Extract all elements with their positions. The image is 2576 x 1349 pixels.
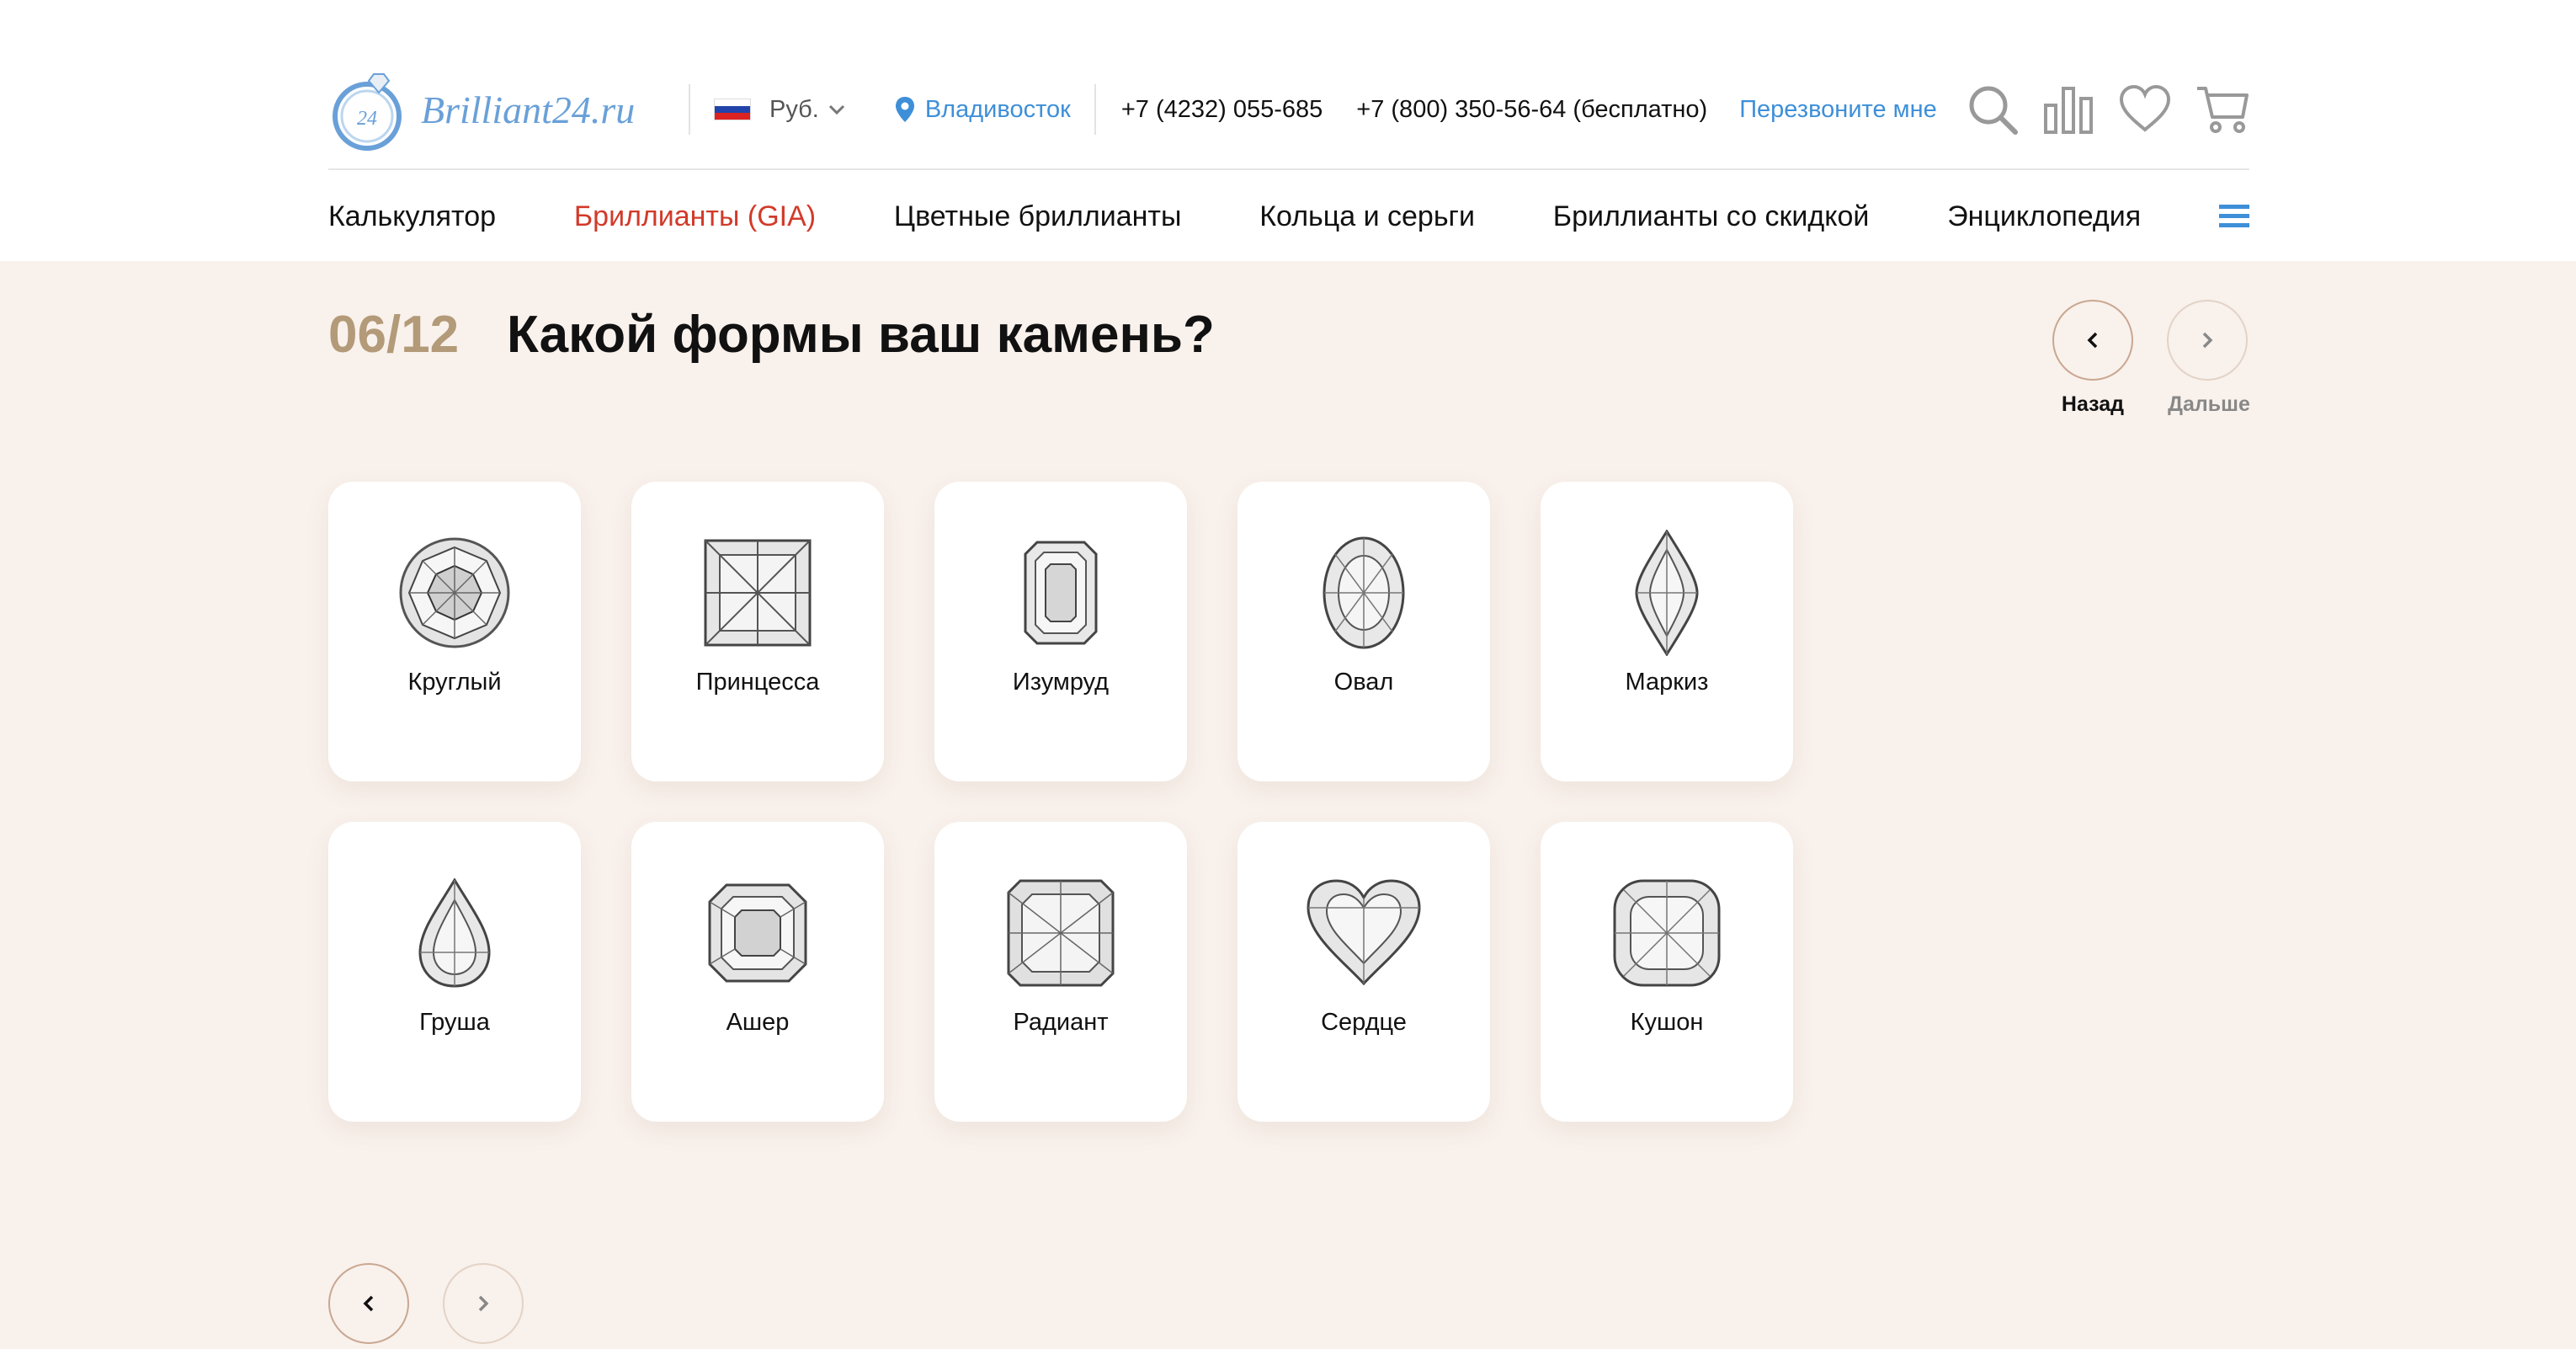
logo-badge: 24 xyxy=(357,108,377,130)
location-pin-icon xyxy=(895,97,914,122)
nav-item-colored-diamonds[interactable]: Цветные бриллианты xyxy=(894,200,1182,233)
shape-card-emerald[interactable]: Изумруд xyxy=(934,482,1187,781)
quiz-section: 06/12 Какой формы ваш камень? Назад Даль… xyxy=(0,261,2576,1349)
page-title: Какой формы ваш камень? xyxy=(507,306,1215,364)
heart-diamond-icon xyxy=(1307,879,1421,986)
chevron-right-icon xyxy=(478,1295,489,1312)
shape-card-oval[interactable]: Овал xyxy=(1237,482,1490,781)
pear-diamond-icon xyxy=(418,878,491,988)
shape-card-cushion[interactable]: Кушон xyxy=(1541,822,1793,1122)
main-nav: Калькулятор Бриллианты (GIA) Цветные бри… xyxy=(328,195,2249,237)
currency-label: Руб. xyxy=(769,95,819,123)
logo[interactable]: 24 Brilliant24.ru xyxy=(328,63,665,156)
nav-item-calculator[interactable]: Калькулятор xyxy=(328,200,496,233)
nav-item-rings-earrings[interactable]: Кольца и серьги xyxy=(1259,200,1475,233)
shape-label: Ашер xyxy=(726,1009,790,1036)
back-button-top[interactable] xyxy=(2052,300,2133,381)
shape-card-princess[interactable]: Принцесса xyxy=(631,482,884,781)
next-button-bottom[interactable] xyxy=(443,1263,524,1344)
marquise-diamond-icon xyxy=(1635,530,1699,656)
nav-item-encyclopedia[interactable]: Энциклопедия xyxy=(1947,200,2141,233)
currency-selector[interactable]: Руб. xyxy=(714,96,846,124)
emerald-diamond-icon xyxy=(1024,541,1098,645)
shape-label: Овал xyxy=(1333,669,1394,696)
shape-card-marquise[interactable]: Маркиз xyxy=(1541,482,1793,781)
chevron-left-icon xyxy=(2087,332,2098,349)
callback-link[interactable]: Перезвоните мне xyxy=(1739,96,1937,124)
shape-card-heart[interactable]: Сердце xyxy=(1237,822,1490,1122)
site-header: 24 Brilliant24.ru Руб. Владивосток +7 (4… xyxy=(0,0,2576,261)
shape-label: Сердце xyxy=(1321,1009,1407,1036)
shape-label: Груша xyxy=(419,1009,490,1036)
shape-card-asscher[interactable]: Ашер xyxy=(631,822,884,1122)
russia-flag-icon xyxy=(714,99,751,120)
shape-label: Маркиз xyxy=(1625,669,1709,696)
oval-diamond-icon xyxy=(1323,536,1405,649)
shape-label: Кушон xyxy=(1630,1009,1704,1036)
ring-logo-icon: 24 xyxy=(333,73,402,151)
shape-label: Принцесса xyxy=(695,669,820,696)
compare-icon[interactable] xyxy=(2042,83,2094,136)
cart-icon[interactable] xyxy=(2195,83,2249,136)
step-counter: 06/12 xyxy=(328,306,460,364)
shape-grid: Круглый Принцесса Изумруд Овал Маркиз Гр… xyxy=(328,482,1793,1122)
top-bar: 24 Brilliant24.ru Руб. Владивосток +7 (4… xyxy=(328,51,2249,170)
shape-card-round[interactable]: Круглый xyxy=(328,482,581,781)
divider xyxy=(1094,84,1096,135)
phone-free[interactable]: +7 (800) 350-56-64 (бесплатно) xyxy=(1356,96,1707,124)
chevron-down-icon xyxy=(828,104,844,115)
nav-item-discount-diamonds[interactable]: Бриллианты со скидкой xyxy=(1553,200,1870,233)
hamburger-icon[interactable] xyxy=(2218,203,2249,230)
logo-text: Brilliant24.ru xyxy=(421,88,636,131)
back-button-bottom[interactable] xyxy=(328,1263,409,1344)
shape-label: Круглый xyxy=(407,669,502,696)
back-label[interactable]: Назад xyxy=(2034,392,2152,417)
city-label: Владивосток xyxy=(924,95,1071,123)
shape-label: Радиант xyxy=(1013,1009,1109,1036)
asscher-diamond-icon xyxy=(708,883,807,983)
cushion-diamond-icon xyxy=(1613,879,1721,987)
nav-item-diamonds-gia[interactable]: Бриллианты (GIA) xyxy=(574,200,816,233)
divider xyxy=(689,84,690,135)
header-icons xyxy=(1967,83,2249,136)
next-label[interactable]: Дальше xyxy=(2150,392,2268,417)
princess-diamond-icon xyxy=(704,539,812,647)
city-selector[interactable]: Владивосток xyxy=(895,96,1071,124)
heart-icon[interactable] xyxy=(2118,84,2172,135)
search-icon[interactable] xyxy=(1967,83,2019,136)
radiant-diamond-icon xyxy=(1007,879,1115,987)
phone-local[interactable]: +7 (4232) 055-685 xyxy=(1121,96,1323,124)
next-button-top[interactable] xyxy=(2167,300,2248,381)
chevron-left-icon xyxy=(363,1295,374,1312)
shape-card-pear[interactable]: Груша xyxy=(328,822,581,1122)
round-diamond-icon xyxy=(399,537,510,648)
shape-label: Изумруд xyxy=(1012,669,1110,696)
chevron-right-icon xyxy=(2202,332,2213,349)
shape-card-radiant[interactable]: Радиант xyxy=(934,822,1187,1122)
